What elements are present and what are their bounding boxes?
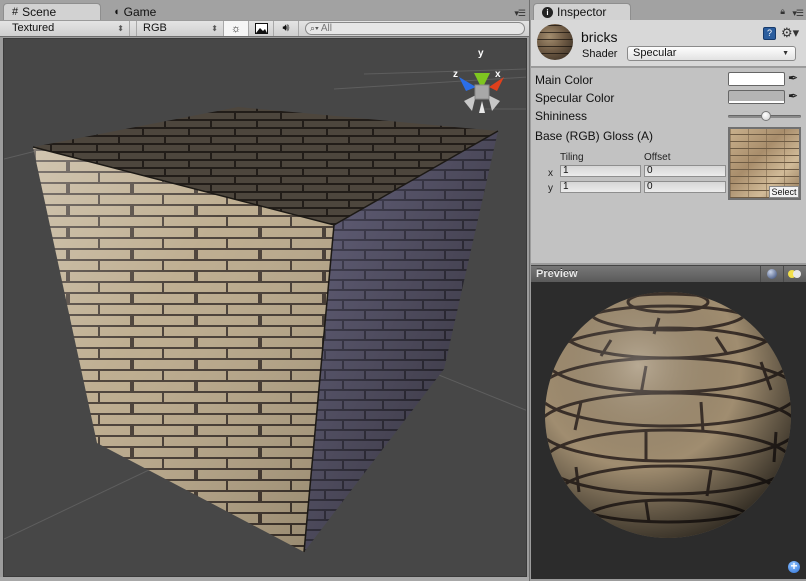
y-label: y [548, 183, 553, 194]
shininess-slider[interactable] [728, 111, 801, 121]
scene-viewport[interactable]: y x z [3, 38, 527, 577]
pacman-icon: ◖ [113, 5, 120, 18]
updown-arrows-icon: ⬍ [211, 24, 218, 33]
updown-arrows-icon: ⬍ [117, 24, 124, 33]
tiling-x-field[interactable]: 1 [560, 165, 641, 177]
material-preview[interactable]: + [531, 282, 806, 579]
info-icon: i [542, 7, 553, 18]
scene-tabstrip: # Scene ◖ Game ▾☰ [0, 0, 529, 21]
audio-toggle[interactable]: 🔊︎ [274, 21, 299, 36]
inspector-tabstrip: i Inspector 🔒︎ ▾☰ [530, 0, 806, 21]
material-name: bricks [581, 29, 618, 45]
x-label: x [548, 168, 553, 179]
shininess-slider-thumb[interactable] [760, 111, 771, 121]
search-placeholder: All [320, 23, 332, 34]
tab-game[interactable]: ◖ Game [105, 3, 195, 21]
shader-label: Shader [582, 48, 618, 60]
tab-scene[interactable]: # Scene [3, 3, 101, 21]
search-icon: ⌕▾ [310, 23, 319, 33]
render-mode-dropdown[interactable]: Textured ⬍ [0, 21, 130, 36]
tab-inspector[interactable]: i Inspector [533, 3, 631, 21]
eyedropper-icon[interactable]: ✒︎ [788, 89, 798, 103]
gizmo-x-label: x [495, 69, 501, 80]
tab-scene-label: Scene [22, 5, 57, 19]
render-mode-value: Textured [12, 22, 55, 34]
scene-panel: # Scene ◖ Game ▾☰ Textured ⬍ RGB ⬍ ☼ 🔊︎ … [0, 0, 529, 581]
tab-inspector-label: Inspector [557, 5, 607, 19]
gizmo-y-label: y [478, 48, 484, 59]
specular-color-field[interactable] [728, 90, 785, 104]
main-color-label: Main Color [535, 73, 594, 87]
unity-editor: # Scene ◖ Game ▾☰ Textured ⬍ RGB ⬍ ☼ 🔊︎ … [0, 0, 806, 581]
preview-sphere [545, 292, 791, 538]
material-header: bricks Shader Specular ▼ ? ⚙▾ [531, 20, 806, 67]
sphere-icon [766, 269, 777, 279]
texture-select-button[interactable]: Select [769, 186, 799, 198]
lights-icon [787, 270, 802, 278]
preview-sphere-render [545, 292, 791, 538]
panel-menu-icon[interactable]: ▾☰ [514, 8, 526, 19]
specular-color-label: Specular Color [535, 91, 615, 105]
lock-icon[interactable]: 🔒︎ [780, 6, 785, 17]
shader-value: Specular [633, 47, 677, 59]
tab-game-label: Game [123, 4, 157, 19]
channel-mode-value: RGB [143, 22, 167, 34]
preview-mesh-button[interactable] [760, 266, 782, 282]
channel-mode-dropdown[interactable]: RGB ⬍ [136, 21, 224, 36]
shininess-label: Shininess [535, 109, 588, 123]
lighting-toggle[interactable]: ☼ [224, 21, 249, 36]
offset-y-field[interactable]: 0 [644, 181, 726, 193]
sun-icon: ☼ [230, 22, 242, 35]
tiling-label: Tiling [560, 152, 584, 163]
scene-search-input[interactable]: ⌕▾ All [305, 22, 525, 35]
material-thumbnail [537, 24, 573, 60]
dropdown-caret-icon: ▼ [782, 50, 789, 57]
shader-dropdown[interactable]: Specular ▼ [627, 46, 796, 61]
scene-render: y x z [4, 48, 526, 553]
help-book-icon[interactable]: ? [763, 27, 776, 40]
orientation-gizmo[interactable]: y x z [453, 48, 504, 113]
offset-x-field[interactable]: 0 [644, 165, 726, 177]
scene-bottom-border [0, 577, 529, 581]
preview-lights-button[interactable] [783, 266, 805, 282]
gizmo-z-axis[interactable] [459, 77, 476, 91]
preview-header: Preview [531, 265, 806, 282]
brick-cube[interactable] [32, 107, 499, 553]
preview-title: Preview [536, 268, 578, 280]
inspector-panel: i Inspector 🔒︎ ▾☰ bricks Shader Specular… [529, 0, 806, 581]
gizmo-z-label: z [453, 69, 458, 80]
tiling-y-field[interactable]: 1 [560, 181, 641, 193]
speaker-icon: 🔊︎ [282, 22, 290, 34]
grid-icon: # [12, 6, 19, 18]
panel-menu-icon[interactable]: ▾☰ [792, 8, 804, 19]
main-color-field[interactable] [728, 72, 785, 86]
gear-icon[interactable]: ⚙▾ [781, 25, 799, 41]
offset-label: Offset [644, 152, 671, 163]
eyedropper-icon[interactable]: ✒︎ [788, 71, 798, 85]
add-button[interactable]: + [788, 560, 800, 573]
image-icon [254, 23, 268, 34]
base-texture-slot[interactable]: Select [728, 127, 801, 200]
scene-toolbar: Textured ⬍ RGB ⬍ ☼ 🔊︎ ⌕▾ All [0, 20, 529, 37]
base-texture-label: Base (RGB) Gloss (A) [535, 129, 654, 143]
material-properties: Main Color ✒︎ Specular Color ✒︎ Shinines… [531, 68, 806, 263]
skybox-toggle[interactable] [249, 21, 274, 36]
